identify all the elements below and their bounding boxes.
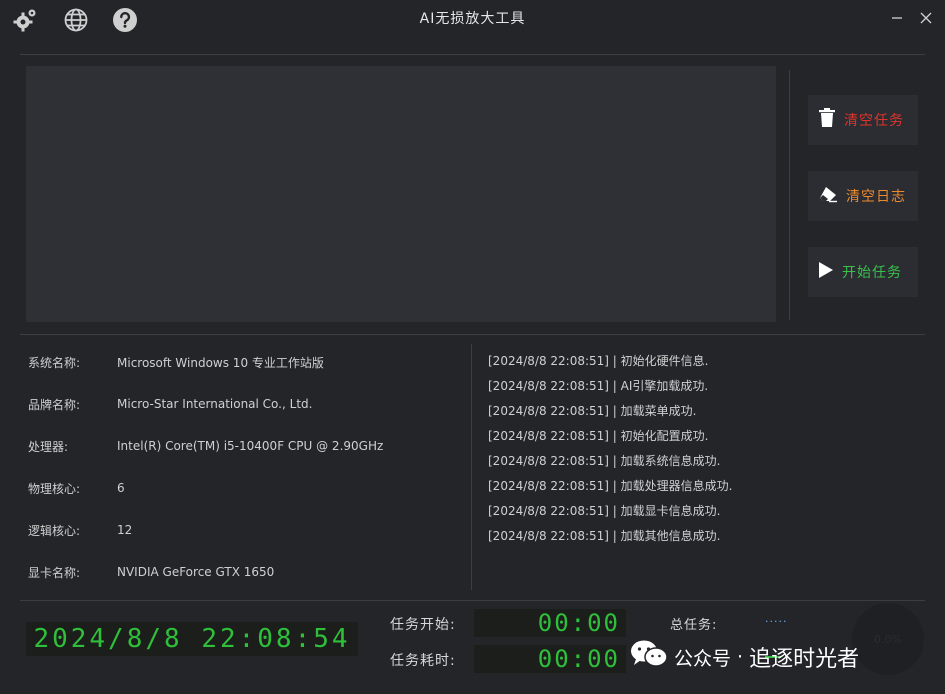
info-value: NVIDIA GeForce GTX 1650	[117, 565, 275, 579]
info-value: 12	[117, 523, 133, 537]
info-row-system: 系统名称: Microsoft Windows 10 专业工作站版	[28, 352, 324, 372]
info-row-physical-cores: 物理核心: 6	[28, 478, 125, 498]
info-label: 物理核心:	[28, 481, 81, 496]
help-icon[interactable]	[111, 6, 139, 34]
progress-text: 0.0%	[874, 632, 902, 646]
info-label: 显卡名称:	[28, 565, 81, 580]
info-value: Microsoft Windows 10 专业工作站版	[117, 355, 324, 370]
minimize-icon	[892, 17, 902, 19]
globe-icon[interactable]	[62, 6, 90, 34]
task-elapsed-display: 00:00	[474, 645, 626, 673]
log-line: [2024/8/8 22:08:51] | 初始化硬件信息.	[488, 354, 709, 368]
task-start-display: 00:00	[474, 609, 626, 637]
clear-tasks-button[interactable]: 清空任务	[808, 95, 918, 145]
start-task-button[interactable]: 开始任务	[808, 247, 918, 297]
play-icon	[818, 261, 834, 283]
minimize-button[interactable]	[884, 6, 910, 30]
log-line: [2024/8/8 22:08:51] | AI引擎加载成功.	[488, 379, 709, 393]
bottom-divider	[20, 600, 925, 601]
wechat-icon	[630, 639, 668, 675]
info-label: 处理器:	[28, 439, 69, 454]
clear-tasks-label: 清空任务	[844, 113, 904, 129]
log-line: [2024/8/8 22:08:51] | 初始化配置成功.	[488, 429, 709, 443]
title-bar: AI无损放大工具	[0, 0, 945, 42]
info-value: Micro-Star International Co., Ltd.	[117, 397, 313, 411]
close-icon	[920, 12, 932, 24]
log-line: [2024/8/8 22:08:51] | 加载系统信息成功.	[488, 454, 721, 468]
info-row-gpu: 显卡名称: NVIDIA GeForce GTX 1650	[28, 562, 274, 582]
start-task-label: 开始任务	[842, 265, 902, 281]
info-label: 品牌名称:	[28, 397, 81, 412]
watermark-name: 追逐时光者	[749, 647, 860, 672]
close-button[interactable]	[913, 6, 939, 30]
info-value: 6	[117, 481, 125, 495]
info-row-logical-cores: 逻辑核心: 12	[28, 520, 132, 540]
progress-circle: 0.0%	[852, 603, 924, 675]
info-label: 逻辑核心:	[28, 523, 81, 538]
task-start-label: 任务开始:	[390, 617, 456, 633]
watermark-prefix: 公众号	[674, 647, 732, 670]
clear-log-label: 清空日志	[846, 189, 906, 205]
clock-display: 2024/8/8 22:08:54	[26, 622, 358, 656]
info-log-divider	[471, 344, 472, 590]
wechat-watermark: 公众号 · 追逐时光者	[630, 638, 859, 676]
info-value: Intel(R) Core(TM) i5-10400F CPU @ 2.90GH…	[117, 439, 384, 453]
info-row-cpu: 处理器: Intel(R) Core(TM) i5-10400F CPU @ 2…	[28, 436, 383, 456]
total-tasks-label: 总任务:	[670, 618, 718, 633]
log-line: [2024/8/8 22:08:51] | 加载菜单成功.	[488, 404, 697, 418]
task-elapsed-label: 任务耗时:	[390, 653, 456, 669]
info-label: 系统名称:	[28, 355, 81, 370]
log-line: [2024/8/8 22:08:51] | 加载处理器信息成功.	[488, 479, 733, 493]
log-line: [2024/8/8 22:08:51] | 加载其他信息成功.	[488, 529, 721, 543]
total-tasks-value: .....	[765, 612, 788, 625]
settings-icon[interactable]	[11, 6, 39, 34]
eraser-icon	[818, 185, 838, 207]
window-title: AI无损放大工具	[419, 11, 526, 27]
title-divider	[20, 54, 925, 55]
middle-divider	[20, 334, 925, 335]
trash-icon	[818, 108, 836, 132]
clear-log-button[interactable]: 清空日志	[808, 171, 918, 221]
info-row-brand: 品牌名称: Micro-Star International Co., Ltd.	[28, 394, 312, 414]
log-line: [2024/8/8 22:08:51] | 加载显卡信息成功.	[488, 504, 721, 518]
watermark-separator: ·	[737, 646, 744, 668]
actions-divider	[789, 70, 790, 320]
task-preview-area[interactable]	[26, 66, 776, 322]
